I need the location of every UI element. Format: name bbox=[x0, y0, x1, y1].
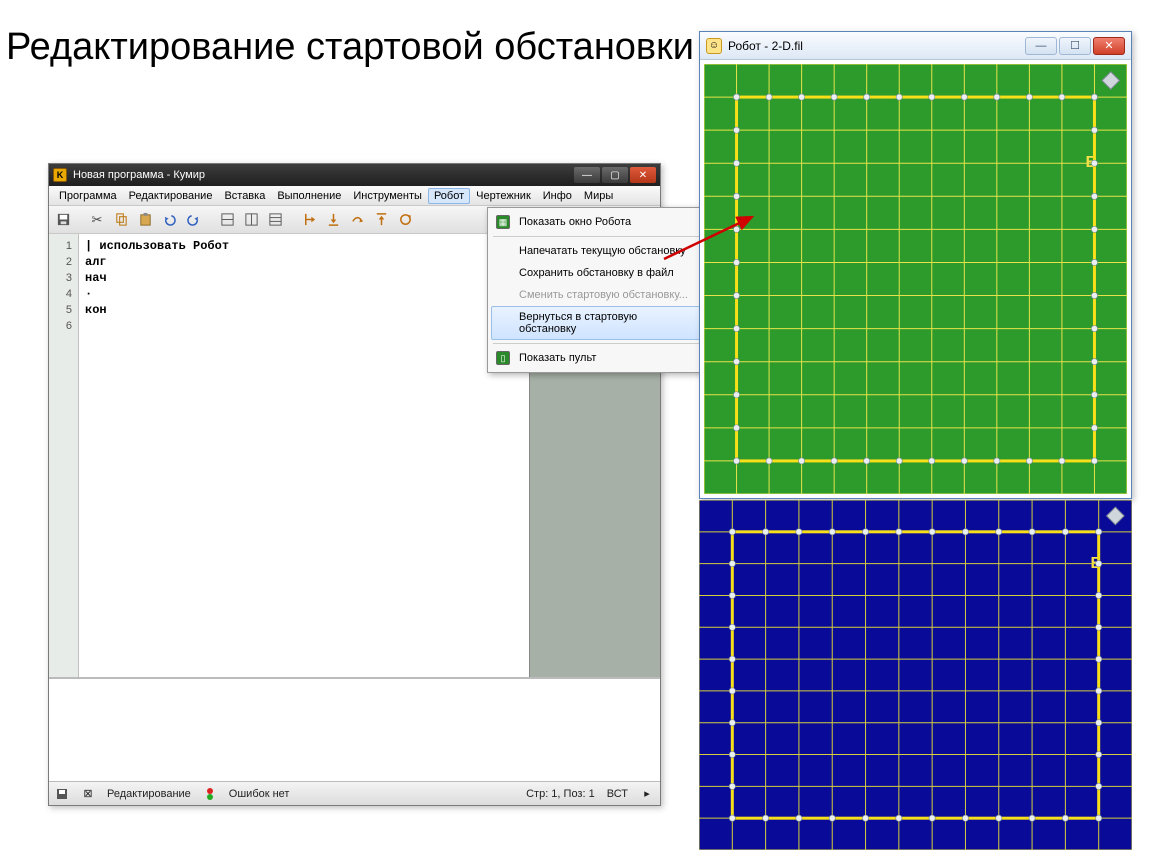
menu-item-4[interactable]: Инструменты bbox=[347, 188, 428, 204]
statusbar: ⊠ Редактирование Ошибок нет Стр: 1, Поз:… bbox=[49, 781, 660, 805]
run-over-icon[interactable] bbox=[347, 210, 367, 230]
robot-field-blue-panel: Б bbox=[699, 500, 1132, 850]
grid-icon: ▦ bbox=[496, 215, 510, 229]
paste-icon[interactable] bbox=[135, 210, 155, 230]
menu-item-1[interactable]: Редактирование bbox=[123, 188, 219, 204]
status-errors: Ошибок нет bbox=[229, 788, 290, 800]
status-mode: Редактирование bbox=[107, 788, 191, 800]
run-into-icon[interactable] bbox=[323, 210, 343, 230]
robot-titlebar[interactable]: ☺ Робот - 2-D.fil — ☐ ✕ bbox=[700, 32, 1131, 60]
maximize-button[interactable]: ▢ bbox=[602, 167, 628, 183]
save-status-icon bbox=[55, 787, 69, 801]
traffic-icon bbox=[203, 787, 217, 801]
dropdown-item-5[interactable]: Вернуться в стартовую обстановку bbox=[491, 306, 703, 340]
panel2-icon[interactable] bbox=[241, 210, 261, 230]
window-title: Новая программа - Кумир bbox=[73, 169, 574, 181]
redo-icon[interactable] bbox=[183, 210, 203, 230]
run-cont-icon[interactable] bbox=[395, 210, 415, 230]
run-step-icon[interactable] bbox=[299, 210, 319, 230]
menu-item-6[interactable]: Чертежник bbox=[470, 188, 537, 204]
code-editor[interactable]: | использовать Робот алг нач · кон bbox=[79, 234, 529, 677]
undo-icon[interactable] bbox=[159, 210, 179, 230]
robot-close-button[interactable]: ✕ bbox=[1093, 37, 1125, 55]
kumir-titlebar[interactable]: K Новая программа - Кумир — ▢ ✕ bbox=[49, 164, 660, 186]
robot-maximize-button[interactable]: ☐ bbox=[1059, 37, 1091, 55]
robot-minimize-button[interactable]: — bbox=[1025, 37, 1057, 55]
robot-field-green[interactable]: Б bbox=[704, 64, 1127, 494]
robot-app-icon: ☺ bbox=[706, 38, 722, 54]
menu-item-0[interactable]: Программа bbox=[53, 188, 123, 204]
menu-item-7[interactable]: Инфо bbox=[537, 188, 578, 204]
dropdown-item-3[interactable]: Сохранить обстановку в файл bbox=[491, 262, 703, 284]
menu-item-3[interactable]: Выполнение bbox=[271, 188, 347, 204]
robot-window-title: Робот - 2-D.fil bbox=[728, 39, 803, 53]
menu-item-2[interactable]: Вставка bbox=[218, 188, 271, 204]
run-out-icon[interactable] bbox=[371, 210, 391, 230]
app-icon: K bbox=[53, 168, 67, 182]
robot-menu-dropdown: Показать окно Робота▦ Напечатать текущую … bbox=[487, 207, 707, 373]
dropdown-item-4: Сменить стартовую обстановку... bbox=[491, 284, 703, 306]
status-insert: ВСТ bbox=[607, 788, 628, 800]
console[interactable] bbox=[49, 678, 660, 781]
remote-icon: ▯ bbox=[496, 351, 510, 365]
chevron-right-icon[interactable]: ▸ bbox=[640, 787, 654, 801]
status-cursor: Стр: 1, Поз: 1 bbox=[526, 788, 595, 800]
save-icon[interactable] bbox=[53, 210, 73, 230]
menu-item-5[interactable]: Робот bbox=[428, 188, 470, 204]
robot-window: ☺ Робот - 2-D.fil — ☐ ✕ Б bbox=[699, 31, 1132, 499]
line-gutter: 123456 bbox=[49, 234, 79, 677]
menubar: ПрограммаРедактированиеВставкаВыполнение… bbox=[49, 186, 660, 206]
panel3-icon[interactable] bbox=[265, 210, 285, 230]
dropdown-item-2[interactable]: Напечатать текущую обстановку bbox=[491, 240, 703, 262]
menu-item-8[interactable]: Миры bbox=[578, 188, 619, 204]
slide-title: Редактирование стартовой обстановки bbox=[0, 24, 700, 72]
close-status-icon: ⊠ bbox=[81, 787, 95, 801]
cut-icon[interactable]: ✂ bbox=[87, 210, 107, 230]
dropdown-item-7[interactable]: Показать пульт▯ bbox=[491, 347, 703, 369]
robot-field-blue[interactable]: Б bbox=[699, 500, 1132, 850]
close-button[interactable]: ✕ bbox=[630, 167, 656, 183]
panel1-icon[interactable] bbox=[217, 210, 237, 230]
dropdown-item-0[interactable]: Показать окно Робота▦ bbox=[491, 211, 703, 233]
minimize-button[interactable]: — bbox=[574, 167, 600, 183]
copy-icon[interactable] bbox=[111, 210, 131, 230]
